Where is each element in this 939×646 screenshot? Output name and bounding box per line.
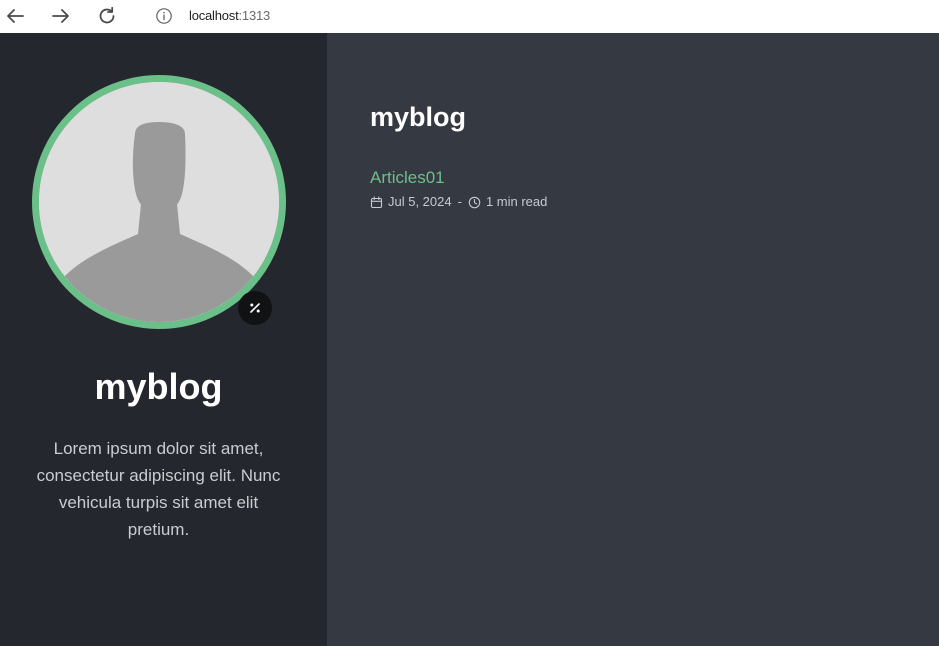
- article-date: Jul 5, 2024: [388, 194, 452, 209]
- article-meta: Jul 5, 2024 - 1 min read: [370, 193, 547, 211]
- reload-icon[interactable]: [95, 4, 119, 28]
- article-read-time: 1 min read: [485, 194, 548, 209]
- clock-icon: [468, 196, 481, 209]
- back-arrow-icon[interactable]: [3, 4, 27, 28]
- page-title: myblog: [370, 102, 467, 132]
- default-avatar-icon: [32, 75, 286, 329]
- browser-toolbar: localhost:1313: [0, 0, 939, 33]
- avatar: [32, 75, 286, 329]
- sidebar: myblog Lorem ipsum dolor sit amet, conse…: [0, 33, 327, 646]
- theme-toggle-icon[interactable]: [238, 291, 272, 325]
- site-description: Lorem ipsum dolor sit amet, consectetur …: [36, 439, 281, 539]
- info-icon[interactable]: [155, 7, 173, 25]
- article-title-link[interactable]: Articles01: [370, 168, 445, 188]
- address-bar[interactable]: localhost:1313: [143, 3, 923, 29]
- forward-arrow-icon[interactable]: [49, 4, 73, 28]
- site-title: myblog: [94, 366, 223, 407]
- url-port: :1313: [238, 8, 271, 23]
- url-host: localhost: [189, 8, 239, 23]
- main-content: myblog Articles01 Jul 5, 2024 - 1 min re…: [327, 33, 939, 646]
- url-text[interactable]: localhost:1313: [189, 7, 270, 25]
- meta-separator: -: [457, 194, 462, 209]
- calendar-icon: [370, 195, 383, 209]
